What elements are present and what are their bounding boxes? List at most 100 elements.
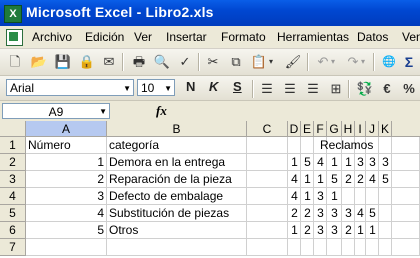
reclamo-cell[interactable]: 4: [366, 171, 379, 188]
align-center-icon[interactable]: ☰: [281, 80, 299, 98]
reclamo-cell[interactable]: [355, 188, 366, 205]
spelling-icon[interactable]: ✓: [176, 53, 194, 71]
reclamo-cell[interactable]: [379, 222, 392, 239]
grid-cell[interactable]: [392, 154, 420, 171]
grid-cell[interactable]: [247, 171, 288, 188]
grid-cell[interactable]: [107, 239, 247, 256]
grid-cell[interactable]: [392, 222, 420, 239]
cell-a5[interactable]: 4: [26, 205, 107, 222]
reclamo-cell[interactable]: 2: [355, 171, 366, 188]
reclamo-cell[interactable]: 5: [301, 154, 314, 171]
cut-icon[interactable]: ✂: [204, 53, 222, 71]
row-header-7[interactable]: 7: [0, 239, 26, 256]
reclamo-cell[interactable]: 1: [301, 171, 314, 188]
reclamo-cell[interactable]: [379, 205, 392, 222]
worksheet-grid[interactable]: A B C D E F G H I J K 1 2 3 4 5 6 7 Núme…: [0, 121, 420, 258]
row-header-5[interactable]: 5: [0, 205, 26, 222]
redo-dropdown-icon[interactable]: ▾: [358, 53, 368, 71]
column-header-f[interactable]: F: [314, 121, 327, 137]
chevron-down-icon[interactable]: ▼: [99, 104, 107, 120]
reclamo-cell[interactable]: 4: [314, 154, 327, 171]
email-icon[interactable]: ✉: [100, 53, 118, 71]
reclamo-cell[interactable]: 1: [288, 154, 301, 171]
reclamo-cell[interactable]: [342, 188, 355, 205]
grid-cell[interactable]: [392, 188, 420, 205]
column-header-g[interactable]: G: [327, 121, 342, 137]
reclamo-cell[interactable]: 5: [366, 205, 379, 222]
print-preview-icon[interactable]: 🔍: [153, 53, 171, 71]
column-header-c[interactable]: C: [247, 121, 288, 137]
save-icon[interactable]: 💾: [54, 53, 72, 71]
column-header-a[interactable]: A: [26, 121, 107, 137]
reclamo-cell[interactable]: 2: [301, 205, 314, 222]
excel-app-icon[interactable]: X: [4, 5, 22, 23]
row-header-3[interactable]: 3: [0, 171, 26, 188]
reclamo-cell[interactable]: 3: [314, 222, 327, 239]
row-header-4[interactable]: 4: [0, 188, 26, 205]
reclamo-cell[interactable]: 3: [314, 205, 327, 222]
grid-cell[interactable]: [288, 239, 301, 256]
cell-a4[interactable]: 3: [26, 188, 107, 205]
grid-cell[interactable]: [288, 137, 301, 154]
font-name-combo[interactable]: Arial ▼: [6, 79, 134, 96]
permission-icon[interactable]: 🔒: [78, 53, 96, 71]
undo-dropdown-icon[interactable]: ▾: [328, 53, 338, 71]
reclamo-cell[interactable]: 2: [342, 222, 355, 239]
reclamo-cell[interactable]: 1: [327, 188, 342, 205]
menu-edicion[interactable]: Edición: [85, 30, 124, 44]
grid-cell[interactable]: [301, 137, 314, 154]
underline-button[interactable]: S: [233, 79, 242, 94]
grid-cell[interactable]: [26, 239, 107, 256]
grid-cell[interactable]: [247, 154, 288, 171]
reclamo-cell[interactable]: 3: [327, 222, 342, 239]
chevron-down-icon[interactable]: ▼: [164, 80, 172, 97]
menu-ver[interactable]: Ver: [134, 30, 152, 44]
grid-cell[interactable]: [355, 239, 366, 256]
grid-cell[interactable]: [342, 239, 355, 256]
grid-cell[interactable]: [247, 239, 288, 256]
reclamo-cell[interactable]: 4: [288, 171, 301, 188]
reclamo-cell[interactable]: 3: [327, 205, 342, 222]
cell-a6[interactable]: 5: [26, 222, 107, 239]
menu-herramientas[interactable]: Herramientas: [277, 30, 349, 44]
column-header-b[interactable]: B: [107, 121, 247, 137]
grid-cell[interactable]: [301, 239, 314, 256]
euro-icon[interactable]: €: [378, 80, 396, 98]
merge-center-icon[interactable]: ⊞: [327, 80, 345, 98]
chevron-down-icon[interactable]: ▼: [123, 80, 131, 97]
grid-cell[interactable]: [392, 239, 420, 256]
autosum-icon[interactable]: Σ: [400, 53, 418, 71]
reclamo-cell[interactable]: [366, 188, 379, 205]
name-box[interactable]: A9 ▼: [2, 103, 110, 119]
grid-cell[interactable]: [247, 222, 288, 239]
workbook-icon[interactable]: [6, 29, 23, 46]
reclamo-cell[interactable]: 3: [366, 154, 379, 171]
percent-icon[interactable]: %: [400, 80, 418, 98]
reclamo-cell[interactable]: 2: [342, 171, 355, 188]
column-header-j[interactable]: J: [366, 121, 379, 137]
grid-cell[interactable]: [327, 239, 342, 256]
menu-ventana[interactable]: Ven: [402, 30, 420, 44]
grid-cell[interactable]: [379, 239, 392, 256]
column-header-k[interactable]: K: [379, 121, 392, 137]
reclamo-cell[interactable]: 5: [379, 171, 392, 188]
print-icon[interactable]: 🖶: [130, 53, 148, 71]
cell-b2[interactable]: Demora en la entrega: [107, 154, 247, 171]
cell-a2[interactable]: 1: [26, 154, 107, 171]
column-header-e[interactable]: E: [301, 121, 314, 137]
reclamo-cell[interactable]: 2: [288, 205, 301, 222]
cell-d1[interactable]: Reclamos: [318, 137, 388, 154]
reclamo-cell[interactable]: [379, 188, 392, 205]
currency-icon[interactable]: 💱: [356, 80, 374, 98]
reclamo-cell[interactable]: 4: [288, 188, 301, 205]
reclamo-cell[interactable]: 1: [355, 222, 366, 239]
reclamo-cell[interactable]: 3: [342, 205, 355, 222]
grid-cell[interactable]: [247, 137, 288, 154]
cell-b1[interactable]: categoría: [107, 137, 247, 154]
new-document-icon[interactable]: 🗋: [6, 53, 24, 71]
grid-cell[interactable]: [314, 239, 327, 256]
grid-cell[interactable]: [392, 171, 420, 188]
grid-cell[interactable]: [366, 239, 379, 256]
cell-b5[interactable]: Substitución de piezas: [107, 205, 247, 222]
reclamo-cell[interactable]: 1: [342, 154, 355, 171]
